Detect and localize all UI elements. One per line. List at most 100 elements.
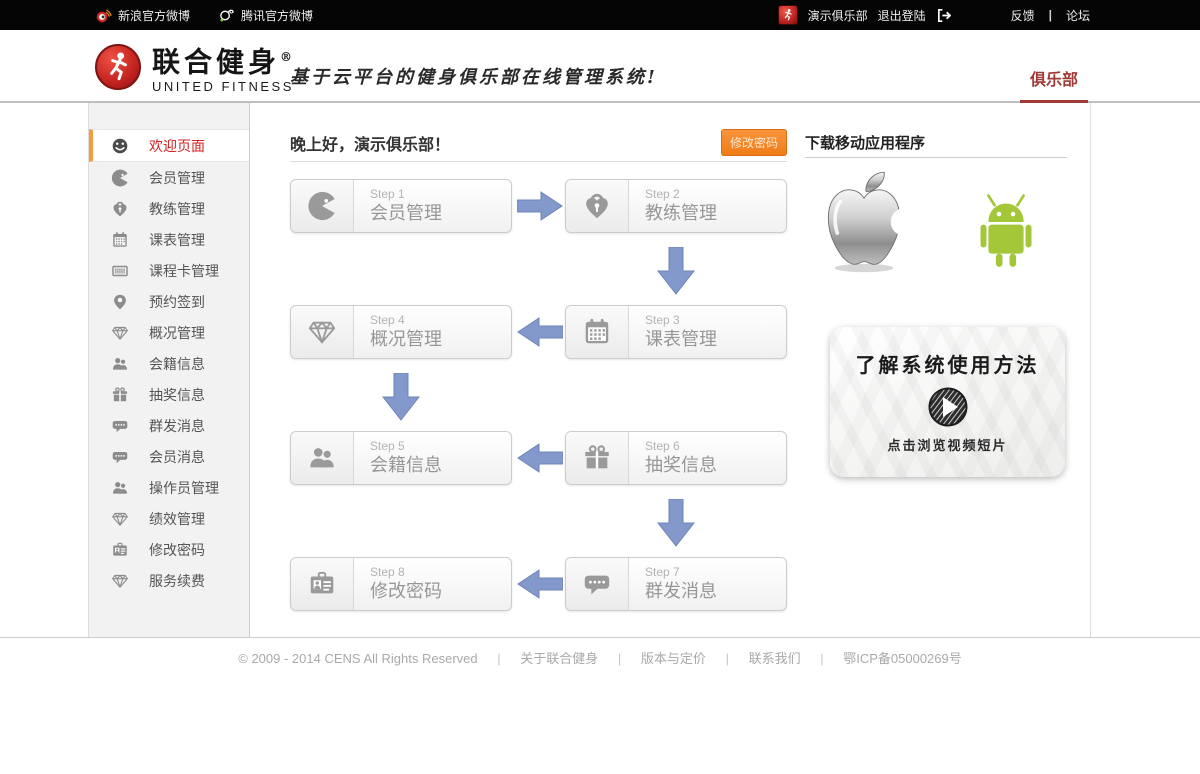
step-label: 课表管理 xyxy=(645,328,717,351)
brand-name-cn: 联合健身® xyxy=(152,42,294,77)
tencent-weibo-label: 腾讯官方微博 xyxy=(241,7,313,24)
diamond-icon xyxy=(111,510,129,528)
diamond-icon xyxy=(111,572,129,590)
id-card-icon xyxy=(111,541,129,559)
logout-link[interactable]: 退出登陆 xyxy=(878,7,926,24)
arrow-left-icon xyxy=(517,443,563,473)
arrow-down-icon xyxy=(382,373,420,421)
sidebar-item-operators[interactable]: 操作员管理 xyxy=(89,472,249,503)
sidebar-item-members[interactable]: 会员管理 xyxy=(89,162,249,193)
club-name[interactable]: 演示俱乐部 xyxy=(808,7,868,24)
sidebar-item-broadcast[interactable]: 群发消息 xyxy=(89,410,249,441)
content-right-border xyxy=(1090,103,1091,637)
downloads-title: 下载移动应用程序 xyxy=(805,132,925,153)
course-card-icon xyxy=(111,262,129,280)
chat-bubble-icon xyxy=(111,448,129,466)
step-box-7[interactable]: Step 7 群发消息 xyxy=(565,557,787,611)
step-box-8[interactable]: Step 8 修改密码 xyxy=(290,557,512,611)
chat-bubble-icon xyxy=(566,558,629,610)
sidebar-item-welcome[interactable]: 欢迎页面 xyxy=(89,129,249,162)
location-pin-icon xyxy=(111,293,129,311)
step-box-1[interactable]: Step 1 会员管理 xyxy=(290,179,512,233)
step-label: 教练管理 xyxy=(645,202,717,225)
video-card-caption: 点击浏览视频短片 xyxy=(887,435,1007,454)
sidebar-item-member-messages[interactable]: 会员消息 xyxy=(89,441,249,472)
tencent-weibo-icon xyxy=(218,7,235,24)
gift-icon xyxy=(566,432,629,484)
step-number: Step 5 xyxy=(370,439,442,454)
tagline: 基于云平台的健身俱乐部在线管理系统! xyxy=(290,63,658,89)
onboarding-flow: Step 1 会员管理 Step 2 教练管理 Step 4 概况管理 Step… xyxy=(290,170,790,630)
logout-icon[interactable] xyxy=(936,7,953,24)
member-icon xyxy=(291,180,354,232)
step-label: 修改密码 xyxy=(370,580,442,603)
sidebar-item-booking[interactable]: 预约签到 xyxy=(89,286,249,317)
step-box-3[interactable]: Step 3 课表管理 xyxy=(565,305,787,359)
android-robot[interactable] xyxy=(962,186,1050,272)
sidebar-item-coaches[interactable]: 教练管理 xyxy=(89,193,249,224)
sidebar-item-overview[interactable]: 概况管理 xyxy=(89,317,249,348)
play-icon xyxy=(927,386,969,428)
footer-separator: | xyxy=(610,651,629,666)
sidebar-item-lottery[interactable]: 抽奖信息 xyxy=(89,379,249,410)
footer: © 2009 - 2014 CENS All Rights Reserved |… xyxy=(0,648,1200,667)
step-number: Step 6 xyxy=(645,439,717,454)
feedback-link[interactable]: 反馈 xyxy=(1011,7,1035,24)
calendar-icon xyxy=(566,306,629,358)
footer-separator: | xyxy=(489,651,508,666)
brand-name-en: UNITED FITNESS xyxy=(152,79,294,94)
downloads-divider xyxy=(805,157,1067,158)
users-icon xyxy=(291,432,354,484)
tencent-weibo-link[interactable]: 腾讯官方微博 xyxy=(218,7,313,24)
header: 联合健身® UNITED FITNESS 基于云平台的健身俱乐部在线管理系统! … xyxy=(0,30,1200,103)
arrow-left-icon xyxy=(517,569,563,599)
copyright-text: © 2009 - 2014 CENS All Rights Reserved xyxy=(230,651,485,666)
gift-icon xyxy=(111,386,129,404)
footer-separator: | xyxy=(812,651,831,666)
runner-icon xyxy=(101,50,135,84)
greeting-divider xyxy=(290,161,787,162)
step-label: 概况管理 xyxy=(370,328,442,351)
step-label: 会员管理 xyxy=(370,202,442,225)
app-window: 新浪官方微博 腾讯官方微博 演示俱乐部 退出登陆 xyxy=(0,0,1200,774)
id-card-icon xyxy=(291,558,354,610)
forum-link[interactable]: 论坛 xyxy=(1066,7,1090,24)
footer-link-about[interactable]: 关于联合健身 xyxy=(512,651,606,666)
sidebar-item-membership[interactable]: 会籍信息 xyxy=(89,348,249,379)
tutorial-video-card[interactable]: 了解系统使用方法 点击浏览视频短片 xyxy=(830,327,1065,477)
chat-bubble-icon xyxy=(111,417,129,435)
registered-mark: ® xyxy=(280,50,292,64)
sidebar-item-course-card[interactable]: 课程卡管理 xyxy=(89,255,249,286)
sidebar-item-password[interactable]: 修改密码 xyxy=(89,534,249,565)
step-box-4[interactable]: Step 4 概况管理 xyxy=(290,305,512,359)
step-number: Step 3 xyxy=(645,313,717,328)
step-box-6[interactable]: Step 6 抽奖信息 xyxy=(565,431,787,485)
sidebar-item-schedule[interactable]: 课表管理 xyxy=(89,224,249,255)
tab-club[interactable]: 俱乐部 xyxy=(1020,66,1088,103)
greeting-row: 晚上好，演示俱乐部！ 修改密码 xyxy=(290,129,787,156)
sidebar-item-renewal[interactable]: 服务续费 xyxy=(89,565,249,596)
sina-weibo-icon xyxy=(95,7,112,24)
step-number: Step 8 xyxy=(370,565,442,580)
video-card-title: 了解系统使用方法 xyxy=(856,349,1040,378)
footer-link-pricing[interactable]: 版本与定价 xyxy=(633,651,714,666)
step-label: 抽奖信息 xyxy=(645,454,717,477)
step-box-2[interactable]: Step 2 教练管理 xyxy=(565,179,787,233)
sina-weibo-label: 新浪官方微博 xyxy=(118,7,190,24)
brand-logo[interactable] xyxy=(95,44,141,90)
sidebar-item-performance[interactable]: 绩效管理 xyxy=(89,503,249,534)
arrow-left-icon xyxy=(517,317,563,347)
step-number: Step 1 xyxy=(370,187,442,202)
greeting-text: 晚上好，演示俱乐部！ xyxy=(290,131,450,155)
step-number: Step 4 xyxy=(370,313,442,328)
footer-link-contact[interactable]: 联系我们 xyxy=(741,651,809,666)
member-icon xyxy=(111,169,129,187)
coach-lock-icon xyxy=(111,200,129,218)
apple-logo[interactable] xyxy=(818,166,910,278)
calendar-icon xyxy=(111,231,129,249)
change-password-button[interactable]: 修改密码 xyxy=(721,129,787,156)
sina-weibo-link[interactable]: 新浪官方微博 xyxy=(95,7,190,24)
step-box-5[interactable]: Step 5 会籍信息 xyxy=(290,431,512,485)
users-icon xyxy=(111,355,129,373)
diamond-icon xyxy=(111,324,129,342)
